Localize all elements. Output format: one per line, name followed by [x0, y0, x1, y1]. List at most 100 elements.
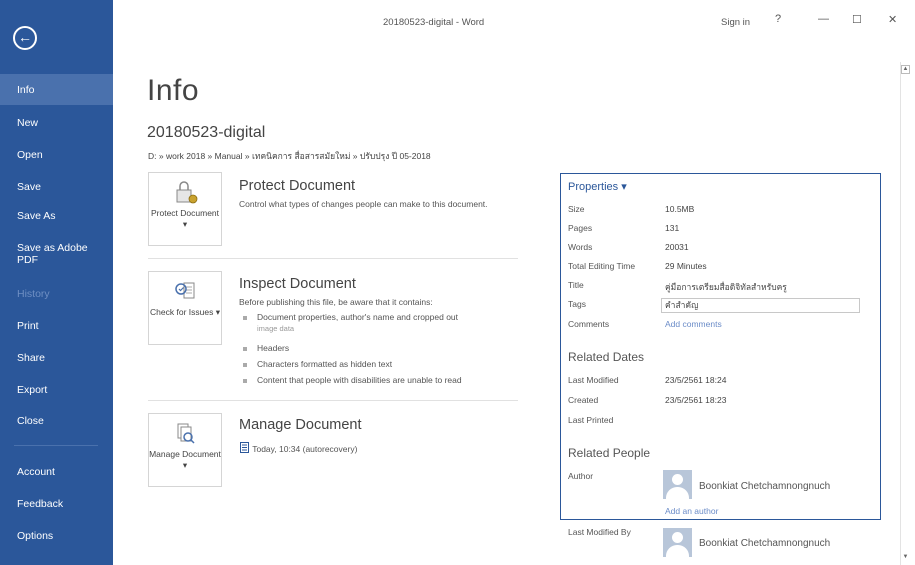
sidebar-item-label: Close	[17, 414, 44, 427]
bullet-text: Characters formatted as hidden text	[257, 359, 393, 369]
pages-value: 131	[665, 223, 680, 233]
title-value[interactable]: คู่มือการเตรียมสื่อดิจิทัลสำหรับครู	[665, 280, 787, 294]
page-title: Info	[147, 74, 200, 107]
minimize-icon[interactable]: —	[818, 13, 829, 25]
sidebar-item-label: New	[17, 116, 39, 129]
words-value: 20031	[665, 242, 689, 252]
properties-dropdown[interactable]: Properties ▾	[568, 180, 627, 193]
sign-in-link[interactable]: Sign in	[721, 17, 750, 28]
section-divider	[148, 400, 518, 401]
comments-label: Comments	[568, 319, 610, 329]
author-name[interactable]: Boonkiat Chetchamnongnuch	[699, 481, 830, 492]
editing-time-label: Total Editing Time	[568, 261, 636, 271]
sidebar-item-label: Save	[17, 180, 41, 193]
lock-icon	[176, 181, 198, 204]
sidebar-item-label: Print	[17, 319, 39, 332]
bullet-icon	[243, 315, 247, 320]
last-modified-by-name[interactable]: Boonkiat Chetchamnongnuch	[699, 538, 830, 549]
avatar	[663, 528, 692, 557]
last-modified-by-label: Last Modified By	[568, 527, 631, 537]
sidebar-item-feedback[interactable]: Feedback	[0, 488, 113, 519]
sidebar-item-label: History	[17, 287, 50, 300]
autorecovery-link[interactable]: Today, 10:34 (autorecovery)	[240, 442, 357, 454]
help-icon[interactable]: ?	[775, 13, 781, 25]
list-item: Headers	[243, 343, 508, 354]
sidebar-item-close[interactable]: Close	[0, 405, 113, 436]
manage-document-icon	[177, 423, 195, 444]
bullet-text: Headers	[257, 343, 290, 353]
related-people-heading: Related People	[568, 446, 651, 460]
sidebar-item-print[interactable]: Print	[0, 310, 113, 341]
editing-time-value: 29 Minutes	[665, 261, 707, 271]
author-label: Author	[568, 471, 594, 481]
title-label: Title	[568, 280, 584, 290]
sidebar-item-new[interactable]: New	[0, 107, 113, 138]
autorecovery-text: Today, 10:34 (autorecovery)	[252, 444, 358, 454]
restore-icon[interactable]: ☐	[852, 13, 862, 26]
file-name: 20180523-digital	[147, 124, 266, 141]
inspect-icon	[175, 282, 195, 299]
sidebar-item-label: Options	[17, 529, 54, 542]
add-comments-field[interactable]: Add comments	[665, 319, 722, 329]
vertical-scrollbar[interactable]	[900, 62, 911, 565]
sidebar-item-label: Open	[17, 148, 43, 161]
manage-document-button[interactable]: Manage Document ▾	[148, 413, 222, 487]
sidebar-item-save-as[interactable]: Save As	[0, 200, 113, 231]
created-label: Created	[568, 395, 599, 405]
list-item: Characters formatted as hidden text	[243, 359, 508, 370]
bullet-icon	[243, 346, 247, 351]
sidebar-item-label: Info	[17, 83, 35, 96]
file-path[interactable]: D: » work 2018 » Manual » เทคนิคการ สื่อ…	[148, 149, 431, 163]
manage-document-title: Manage Document	[239, 417, 362, 433]
inspect-document-description: Before publishing this file, be aware th…	[239, 297, 433, 307]
protect-document-button[interactable]: Protect Document ▾	[148, 172, 222, 246]
avatar	[663, 470, 692, 499]
words-label: Words	[568, 242, 593, 252]
back-arrow-icon[interactable]: ←	[13, 26, 37, 50]
sidebar-item-account[interactable]: Account	[0, 456, 113, 487]
sidebar-item-label: Export	[17, 383, 48, 396]
sidebar-item-label: Account	[17, 465, 55, 478]
add-author-link[interactable]: Add an author	[665, 506, 718, 516]
sidebar-item-export[interactable]: Export	[0, 374, 113, 405]
bullet-text: Content that people with disabilities ar…	[257, 375, 462, 385]
close-icon[interactable]: ✕	[888, 13, 897, 26]
check-for-issues-label: Check for Issues ▾	[150, 307, 220, 317]
backstage-sidebar: ← Info New Open Save Save As Save as Ado…	[0, 0, 113, 565]
document-icon	[240, 442, 249, 453]
sidebar-item-options[interactable]: Options	[0, 520, 113, 551]
sidebar-item-open[interactable]: Open	[0, 139, 113, 170]
sidebar-item-info[interactable]: Info	[0, 74, 113, 105]
last-modified-label: Last Modified	[568, 375, 619, 385]
sidebar-item-save[interactable]: Save	[0, 171, 113, 202]
tags-input[interactable]: คำสำคัญ	[661, 298, 860, 313]
check-for-issues-button[interactable]: Check for Issues ▾	[148, 271, 222, 345]
scroll-down-icon[interactable]: ▼	[901, 553, 910, 562]
sidebar-item-label: Share	[17, 351, 46, 364]
last-printed-label: Last Printed	[568, 415, 614, 425]
sidebar-divider	[14, 445, 98, 446]
sidebar-item-label: Save as Adobe PDF	[17, 241, 88, 266]
sidebar-item-label: Save As	[17, 209, 56, 222]
tags-label: Tags	[568, 299, 586, 309]
bullet-icon	[243, 378, 247, 383]
protect-document-label: Protect Document ▾	[150, 208, 220, 229]
pages-label: Pages	[568, 223, 593, 233]
title-bar: 20180523-digital - Word Sign in ? — ☐ ✕	[113, 0, 915, 40]
bullet-subtext: image data	[257, 324, 295, 333]
bullet-icon	[243, 362, 247, 367]
scroll-up-icon[interactable]: ▲	[901, 65, 910, 74]
protect-document-description: Control what types of changes people can…	[239, 199, 488, 209]
section-divider	[148, 258, 518, 259]
bullet-text: Document properties, author's name and c…	[257, 312, 459, 322]
size-label: Size	[568, 204, 585, 214]
last-modified-value: 23/5/2561 18:24	[665, 375, 727, 385]
sidebar-item-save-as-adobe-pdf[interactable]: Save as Adobe PDF	[0, 238, 108, 269]
sidebar-item-label: Feedback	[17, 497, 64, 510]
created-value: 23/5/2561 18:23	[665, 395, 727, 405]
protect-document-title: Protect Document	[239, 178, 356, 194]
list-item: Document properties, author's name and c…	[243, 312, 508, 334]
sidebar-item-history: History	[0, 278, 113, 309]
list-item: Content that people with disabilities ar…	[243, 375, 508, 386]
sidebar-item-share[interactable]: Share	[0, 342, 113, 373]
